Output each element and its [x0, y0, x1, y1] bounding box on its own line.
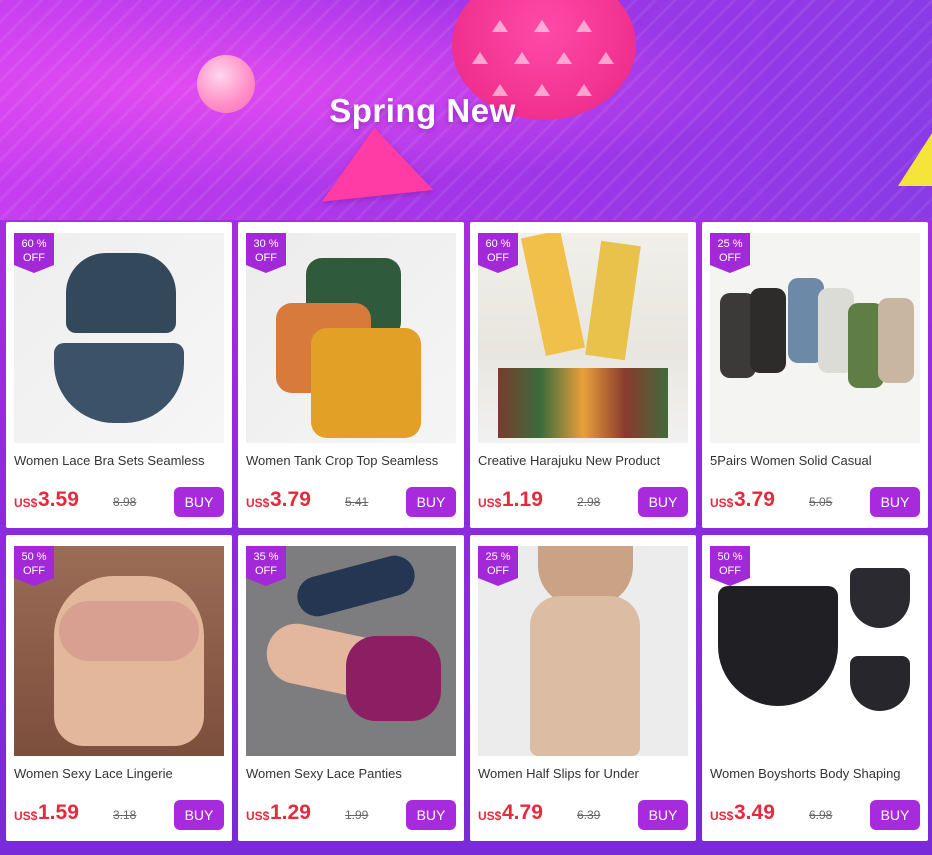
product-title[interactable]: Women Sexy Lace Lingerie: [14, 766, 228, 781]
currency-label: US$: [14, 496, 38, 510]
buy-button[interactable]: BUY: [638, 487, 688, 517]
discount-percent: 60 %: [21, 238, 47, 250]
currency-label: US$: [246, 496, 270, 510]
decorative-yellow-triangle: [898, 130, 932, 186]
product-card[interactable]: 60 % OFF Creative Harajuku New Product U…: [470, 222, 696, 528]
buy-button[interactable]: BUY: [406, 487, 456, 517]
discount-off-label: OFF: [23, 565, 45, 577]
price-row: US$ 3.59 8.98 BUY: [14, 487, 224, 518]
sale-price: 3.79: [734, 488, 775, 511]
buy-button[interactable]: BUY: [406, 800, 456, 830]
buy-button[interactable]: BUY: [638, 800, 688, 830]
buy-button[interactable]: BUY: [870, 487, 920, 517]
discount-badge: 50 % OFF: [710, 546, 750, 586]
product-title[interactable]: Creative Harajuku New Product: [478, 453, 692, 468]
discount-off-label: OFF: [255, 252, 277, 264]
product-grid: 60 % OFF Women Lace Bra Sets Seamless US…: [6, 222, 928, 841]
original-price: 5.05: [809, 495, 833, 509]
price-row: US$ 4.79 6.39 BUY: [478, 800, 688, 831]
product-title[interactable]: Women Sexy Lace Panties: [246, 766, 460, 781]
discount-badge: 35 % OFF: [246, 546, 286, 586]
product-title[interactable]: 5Pairs Women Solid Casual: [710, 453, 924, 468]
product-card[interactable]: 25 % OFF 5Pairs Women Solid Casual US$ 3…: [702, 222, 928, 528]
discount-off-label: OFF: [719, 252, 741, 264]
sale-price: 3.79: [270, 488, 311, 511]
product-title[interactable]: Women Lace Bra Sets Seamless: [14, 453, 228, 468]
discount-percent: 60 %: [485, 238, 511, 250]
product-card[interactable]: 25 % OFF Women Half Slips for Under US$ …: [470, 535, 696, 841]
original-price: 2.98: [577, 495, 601, 509]
price-row: US$ 1.29 1.99 BUY: [246, 800, 456, 831]
buy-button[interactable]: BUY: [174, 487, 224, 517]
discount-badge: 50 % OFF: [14, 546, 54, 586]
discount-badge: 25 % OFF: [710, 233, 750, 273]
original-price: 1.99: [345, 808, 369, 822]
sale-price: 1.19: [502, 488, 543, 511]
product-card[interactable]: 30 % OFF Women Tank Crop Top Seamless US…: [238, 222, 464, 528]
decorative-triangle: [314, 122, 434, 202]
product-title[interactable]: Women Half Slips for Under: [478, 766, 692, 781]
product-card[interactable]: 60 % OFF Women Lace Bra Sets Seamless US…: [6, 222, 232, 528]
product-title[interactable]: Women Tank Crop Top Seamless: [246, 453, 460, 468]
original-price: 6.98: [809, 808, 833, 822]
discount-off-label: OFF: [719, 565, 741, 577]
discount-percent: 50 %: [21, 551, 47, 563]
product-card[interactable]: 50 % OFF Women Boyshorts Body Shaping US…: [702, 535, 928, 841]
original-price: 3.18: [113, 808, 137, 822]
price-row: US$ 3.49 6.98 BUY: [710, 800, 920, 831]
product-card[interactable]: 35 % OFF Women Sexy Lace Panties US$ 1.2…: [238, 535, 464, 841]
discount-off-label: OFF: [23, 252, 45, 264]
sale-price: 3.59: [38, 488, 79, 511]
currency-label: US$: [14, 809, 38, 823]
currency-label: US$: [478, 809, 502, 823]
discount-percent: 25 %: [485, 551, 511, 563]
currency-label: US$: [710, 496, 734, 510]
buy-button[interactable]: BUY: [174, 800, 224, 830]
discount-off-label: OFF: [487, 565, 509, 577]
discount-percent: 25 %: [717, 238, 743, 250]
original-price: 5.41: [345, 495, 369, 509]
discount-badge: 60 % OFF: [478, 233, 518, 273]
price-row: US$ 1.59 3.18 BUY: [14, 800, 224, 831]
discount-off-label: OFF: [487, 252, 509, 264]
sale-price: 3.49: [734, 801, 775, 824]
discount-percent: 50 %: [717, 551, 743, 563]
discount-percent: 35 %: [253, 551, 279, 563]
discount-badge: 30 % OFF: [246, 233, 286, 273]
currency-label: US$: [478, 496, 502, 510]
banner-title: Spring New: [329, 92, 516, 129]
discount-badge: 25 % OFF: [478, 546, 518, 586]
discount-off-label: OFF: [255, 565, 277, 577]
original-price: 6.39: [577, 808, 601, 822]
product-card[interactable]: 50 % OFF Women Sexy Lace Lingerie US$ 1.…: [6, 535, 232, 841]
discount-percent: 30 %: [253, 238, 279, 250]
price-row: US$ 3.79 5.05 BUY: [710, 487, 920, 518]
price-row: US$ 1.19 2.98 BUY: [478, 487, 688, 518]
original-price: 8.98: [113, 495, 137, 509]
currency-label: US$: [710, 809, 734, 823]
sale-price: 4.79: [502, 801, 543, 824]
currency-label: US$: [246, 809, 270, 823]
buy-button[interactable]: BUY: [870, 800, 920, 830]
sale-price: 1.29: [270, 801, 311, 824]
product-title[interactable]: Women Boyshorts Body Shaping: [710, 766, 924, 781]
price-row: US$ 3.79 5.41 BUY: [246, 487, 456, 518]
discount-badge: 60 % OFF: [14, 233, 54, 273]
sale-price: 1.59: [38, 801, 79, 824]
promo-banner: Spring New: [0, 0, 932, 220]
